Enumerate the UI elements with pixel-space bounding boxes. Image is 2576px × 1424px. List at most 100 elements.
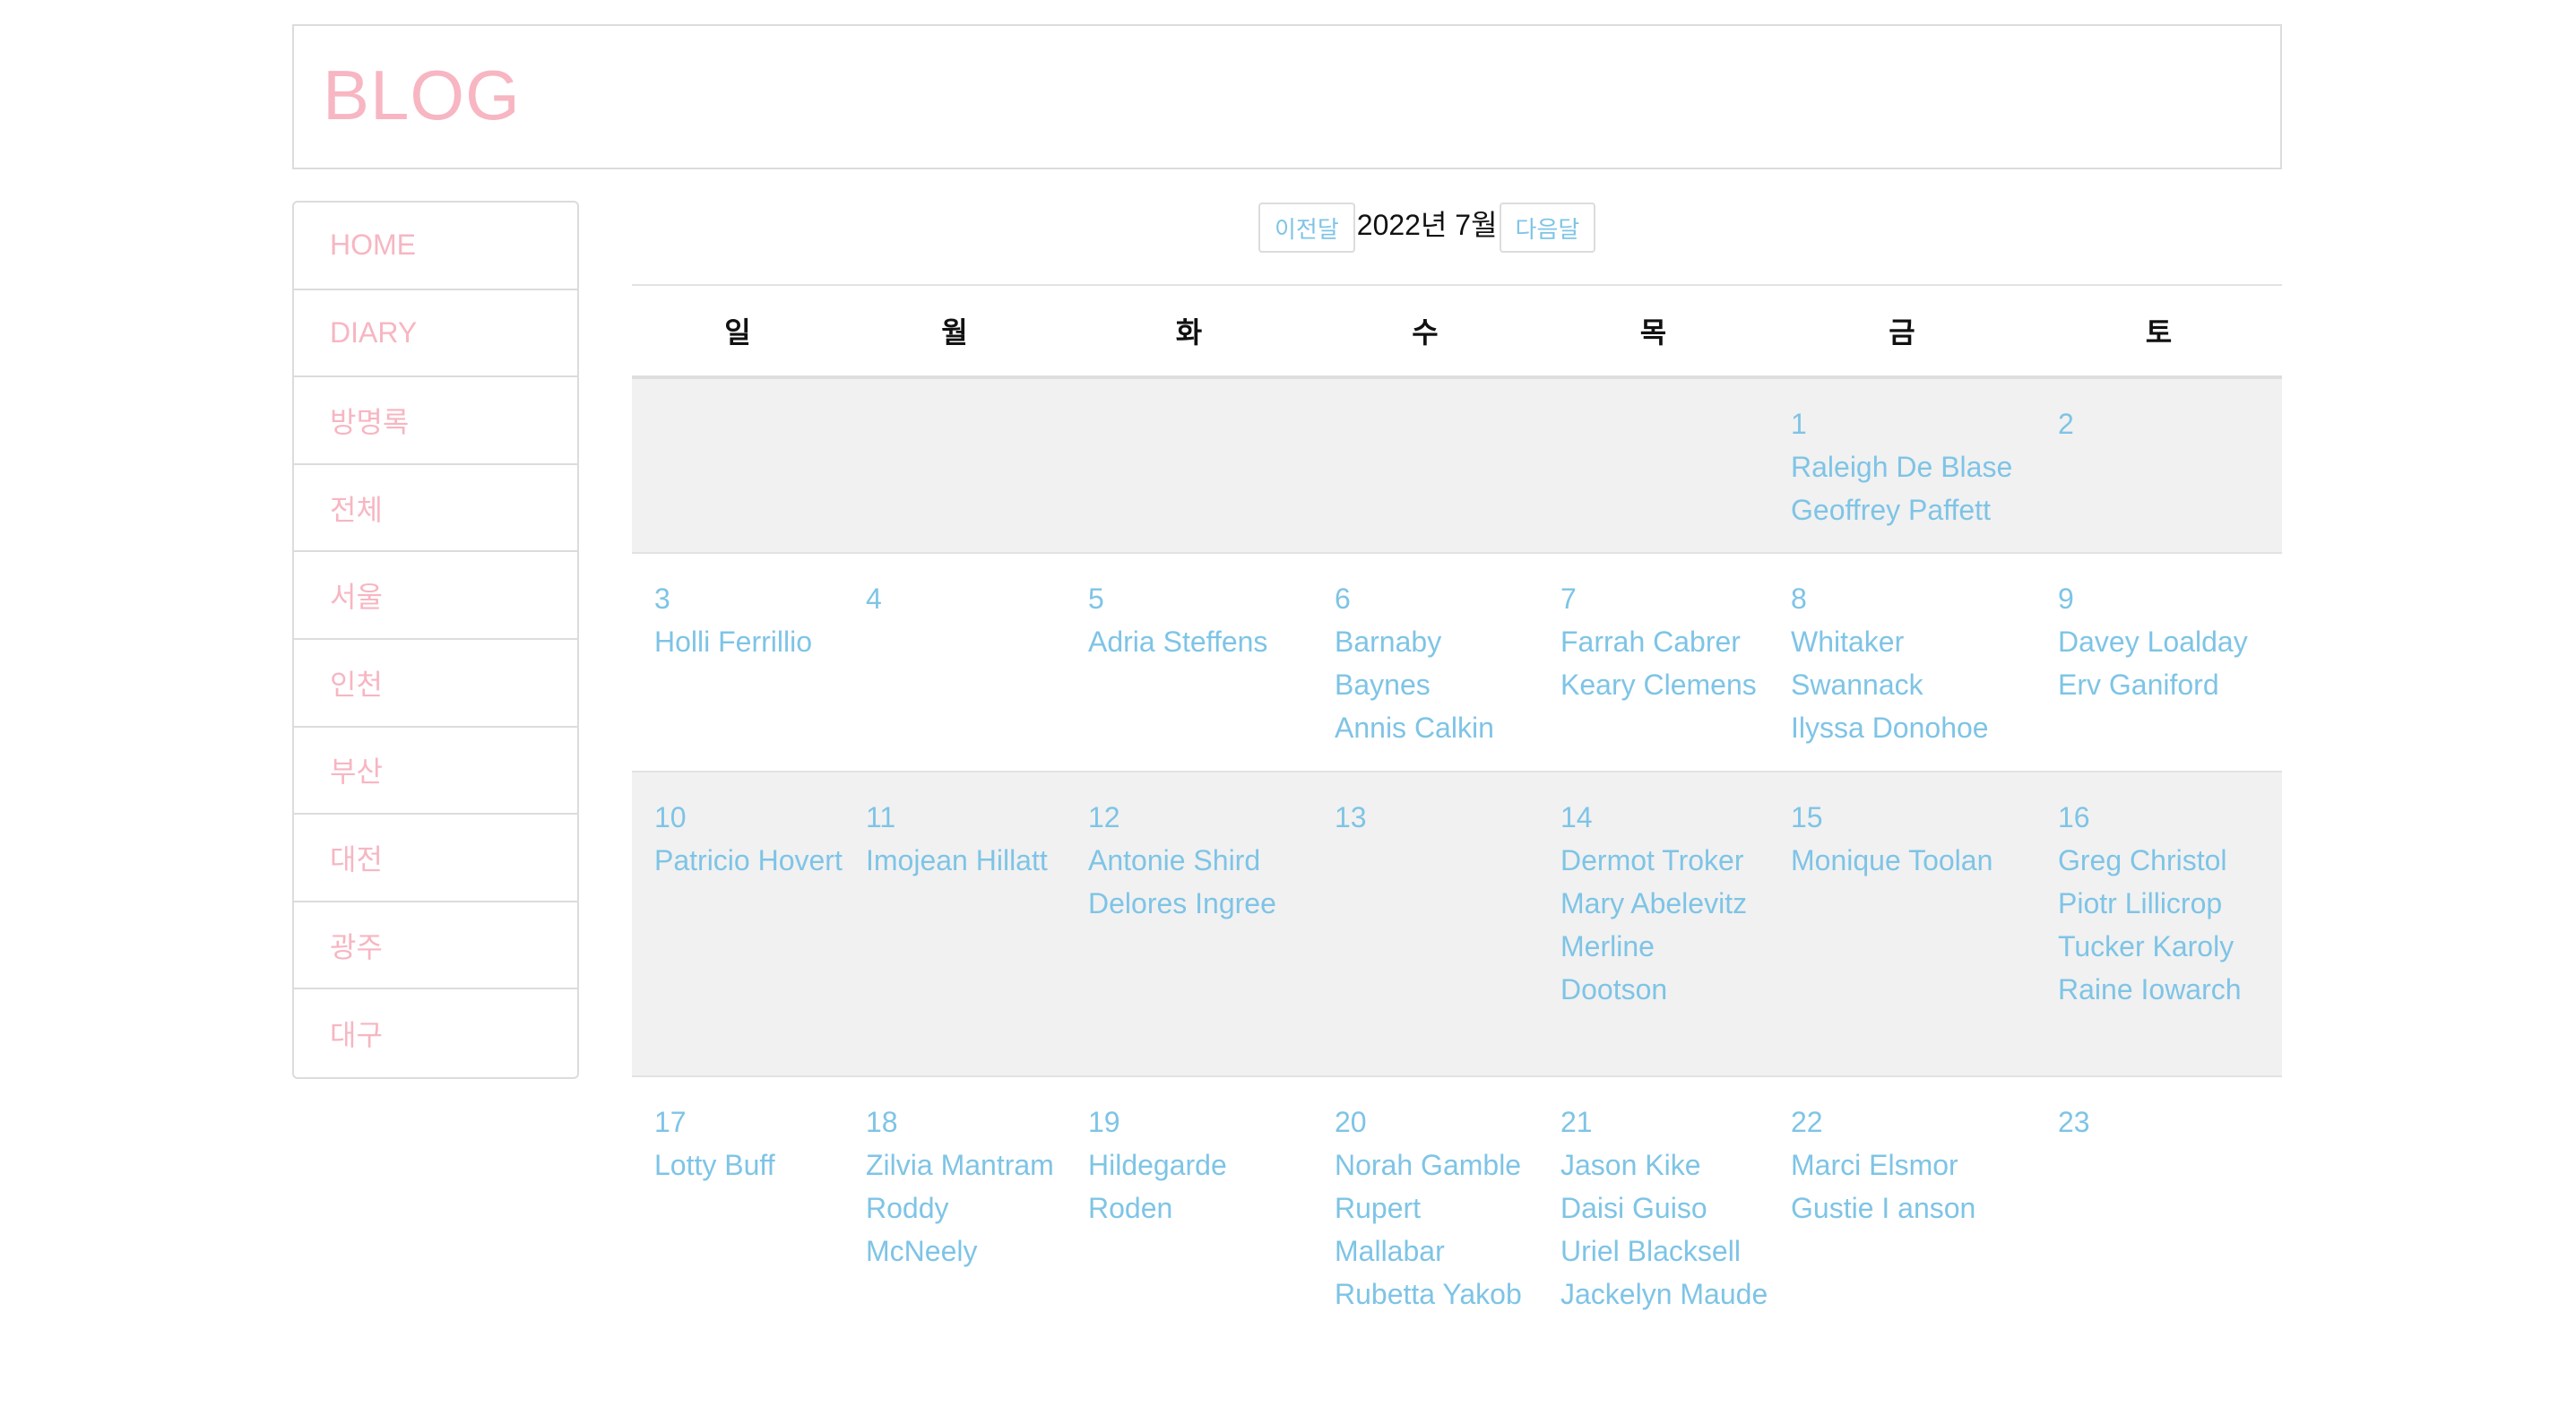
calendar-event-link[interactable]: Erv Ganiford: [2058, 663, 2282, 706]
calendar-event-link[interactable]: Farrah Cabrer: [1560, 620, 1768, 663]
calendar-event-link[interactable]: Davey Loalday: [2058, 620, 2282, 663]
calendar-week-row: 3 Holli Ferrillio 4 5 Adria Steffens 6 Barnaby…: [632, 552, 2282, 772]
calendar-event-link[interactable]: Rubetta Yakob: [1335, 1273, 1538, 1316]
calendar-day-cell: 2: [2036, 376, 2282, 553]
day-number[interactable]: 21: [1560, 1100, 1768, 1144]
calendar-event-link[interactable]: Monique Toolan: [1791, 839, 2036, 882]
next-month-button[interactable]: 다음달: [1499, 203, 1596, 253]
calendar-event-link[interactable]: Geoffrey Paffett: [1791, 488, 2036, 531]
calendar-event-link[interactable]: Mary Abelevitz: [1560, 882, 1768, 925]
calendar-day-cell: 12 Antonie Shird Delores Ingree: [1066, 771, 1312, 1076]
calendar-day-cell: [1066, 376, 1312, 553]
calendar-event-link[interactable]: Marci Elsmor: [1791, 1144, 2036, 1187]
weekday-fri: 금: [1768, 284, 2036, 379]
weekday-mon: 월: [843, 284, 1066, 379]
sidebar-item-seoul[interactable]: 서울: [294, 552, 577, 640]
calendar-event-link[interactable]: Hildegarde Roden: [1088, 1144, 1312, 1230]
sidebar-item-incheon[interactable]: 인천: [294, 640, 577, 728]
day-number[interactable]: 11: [866, 796, 1066, 839]
site-header: BLOG: [292, 24, 2282, 169]
day-number[interactable]: 7: [1560, 577, 1768, 620]
prev-month-button[interactable]: 이전달: [1258, 203, 1355, 253]
calendar-day-cell: 9 Davey Loalday Erv Ganiford: [2036, 552, 2282, 772]
calendar-event-link[interactable]: Jason Kike: [1560, 1144, 1768, 1187]
calendar-event-link[interactable]: Whitaker Swannack: [1791, 620, 2036, 706]
calendar-event-link[interactable]: Rupert Mallabar: [1335, 1187, 1538, 1273]
day-number[interactable]: 13: [1335, 796, 1538, 839]
calendar-day-cell: 4: [843, 552, 1066, 772]
weekday-header-row: 일 월 화 수 목 금 토: [632, 284, 2282, 379]
calendar-day-cell: 11 Imojean Hillatt: [843, 771, 1066, 1076]
calendar-body: 1 Raleigh De Blase Geoffrey Paffett 2 3 Holli…: [632, 376, 2282, 1424]
calendar-table: 일 월 화 수 목 금 토 1 Raleigh De Blase Geoffrey …: [632, 284, 2282, 1424]
calendar-event-link[interactable]: Roddy McNeely: [866, 1187, 1066, 1273]
calendar-event-link[interactable]: Adria Steffens: [1088, 620, 1312, 663]
calendar-event-link[interactable]: Keary Clemens: [1560, 663, 1768, 706]
day-number[interactable]: 19: [1088, 1100, 1312, 1144]
day-number[interactable]: 8: [1791, 577, 2036, 620]
calendar-event-link[interactable]: Zilvia Mantram: [866, 1144, 1066, 1187]
calendar-day-cell: 15 Monique Toolan: [1768, 771, 2036, 1076]
calendar-event-link[interactable]: Daisi Guiso: [1560, 1187, 1768, 1230]
calendar-event-link[interactable]: Imojean Hillatt: [866, 839, 1066, 882]
calendar-event-link[interactable]: Ilyssa Donohoe: [1791, 706, 2036, 749]
sidebar-item-daejeon[interactable]: 대전: [294, 815, 577, 902]
calendar-day-cell: 16 Greg Christol Piotr Lillicrop Tucker Kar…: [2036, 771, 2282, 1076]
calendar-event-link[interactable]: Delores Ingree: [1088, 882, 1312, 925]
calendar-week-row: 10 Patricio Hovert 11 Imojean Hillatt 12 Anto…: [632, 771, 2282, 1076]
sidebar-item-guestbook[interactable]: 방명록: [294, 377, 577, 465]
calendar-event-link[interactable]: Jackelyn Maude: [1560, 1273, 1768, 1316]
day-number[interactable]: 1: [1791, 402, 2036, 445]
sidebar-nav: HOME DIARY 방명록 전체 서울 인천 부산 대전 광주 대구: [292, 201, 579, 1079]
calendar-event-link[interactable]: Raleigh De Blase: [1791, 445, 2036, 488]
sidebar-item-busan[interactable]: 부산: [294, 728, 577, 816]
calendar-day-cell: 18 Zilvia Mantram Roddy McNeely: [843, 1075, 1066, 1424]
day-number[interactable]: 12: [1088, 796, 1312, 839]
day-number[interactable]: 2: [2058, 402, 2282, 445]
calendar-event-link[interactable]: Greg Christol: [2058, 839, 2282, 882]
calendar-event-link[interactable]: Gustie I anson: [1791, 1187, 2036, 1230]
day-number[interactable]: 5: [1088, 577, 1312, 620]
sidebar-item-gwangju[interactable]: 광주: [294, 902, 577, 990]
day-number[interactable]: 4: [866, 577, 1066, 620]
calendar-day-cell: 5 Adria Steffens: [1066, 552, 1312, 772]
sidebar-item-daegu[interactable]: 대구: [294, 989, 577, 1077]
day-number[interactable]: 22: [1791, 1100, 2036, 1144]
day-number[interactable]: 6: [1335, 577, 1538, 620]
day-number[interactable]: 18: [866, 1100, 1066, 1144]
day-number[interactable]: 16: [2058, 796, 2282, 839]
calendar-day-cell: 17 Lotty Buff: [632, 1075, 843, 1424]
day-number[interactable]: 15: [1791, 796, 2036, 839]
calendar-event-link[interactable]: Piotr Lillicrop: [2058, 882, 2282, 925]
calendar-event-link[interactable]: Uriel Blacksell: [1560, 1230, 1768, 1273]
calendar-day-cell: 7 Farrah Cabrer Keary Clemens: [1538, 552, 1768, 772]
calendar-event-link[interactable]: Barnaby Baynes: [1335, 620, 1538, 706]
calendar-day-cell: 22 Marci Elsmor Gustie I anson: [1768, 1075, 2036, 1424]
calendar-event-link[interactable]: Raine Iowarch: [2058, 968, 2282, 1011]
calendar-day-cell: 10 Patricio Hovert: [632, 771, 843, 1076]
calendar-day-cell: 20 Norah Gamble Rupert Mallabar Rubetta Yak…: [1312, 1075, 1538, 1424]
day-number[interactable]: 23: [2058, 1100, 2282, 1144]
sidebar-item-all[interactable]: 전체: [294, 465, 577, 553]
sidebar-item-diary[interactable]: DIARY: [294, 290, 577, 378]
calendar-event-link[interactable]: Patricio Hovert: [654, 839, 843, 882]
calendar-event-link[interactable]: Annis Calkin: [1335, 706, 1538, 749]
blog-title[interactable]: BLOG: [323, 60, 521, 130]
day-number[interactable]: 14: [1560, 796, 1768, 839]
calendar-event-link[interactable]: Norah Gamble: [1335, 1144, 1538, 1187]
weekday-wed: 수: [1312, 284, 1538, 379]
sidebar-item-home[interactable]: HOME: [294, 203, 577, 290]
calendar-day-cell: 23: [2036, 1075, 2282, 1424]
day-number[interactable]: 20: [1335, 1100, 1538, 1144]
calendar-day-cell: 13: [1312, 771, 1538, 1076]
calendar-event-link[interactable]: Dermot Troker: [1560, 839, 1768, 882]
day-number[interactable]: 10: [654, 796, 843, 839]
day-number[interactable]: 9: [2058, 577, 2282, 620]
day-number[interactable]: 17: [654, 1100, 843, 1144]
calendar-event-link[interactable]: Tucker Karoly: [2058, 925, 2282, 968]
day-number[interactable]: 3: [654, 577, 843, 620]
calendar-event-link[interactable]: Lotty Buff: [654, 1144, 843, 1187]
calendar-event-link[interactable]: Antonie Shird: [1088, 839, 1312, 882]
calendar-event-link[interactable]: Merline Dootson: [1560, 925, 1768, 1011]
calendar-event-link[interactable]: Holli Ferrillio: [654, 620, 843, 663]
